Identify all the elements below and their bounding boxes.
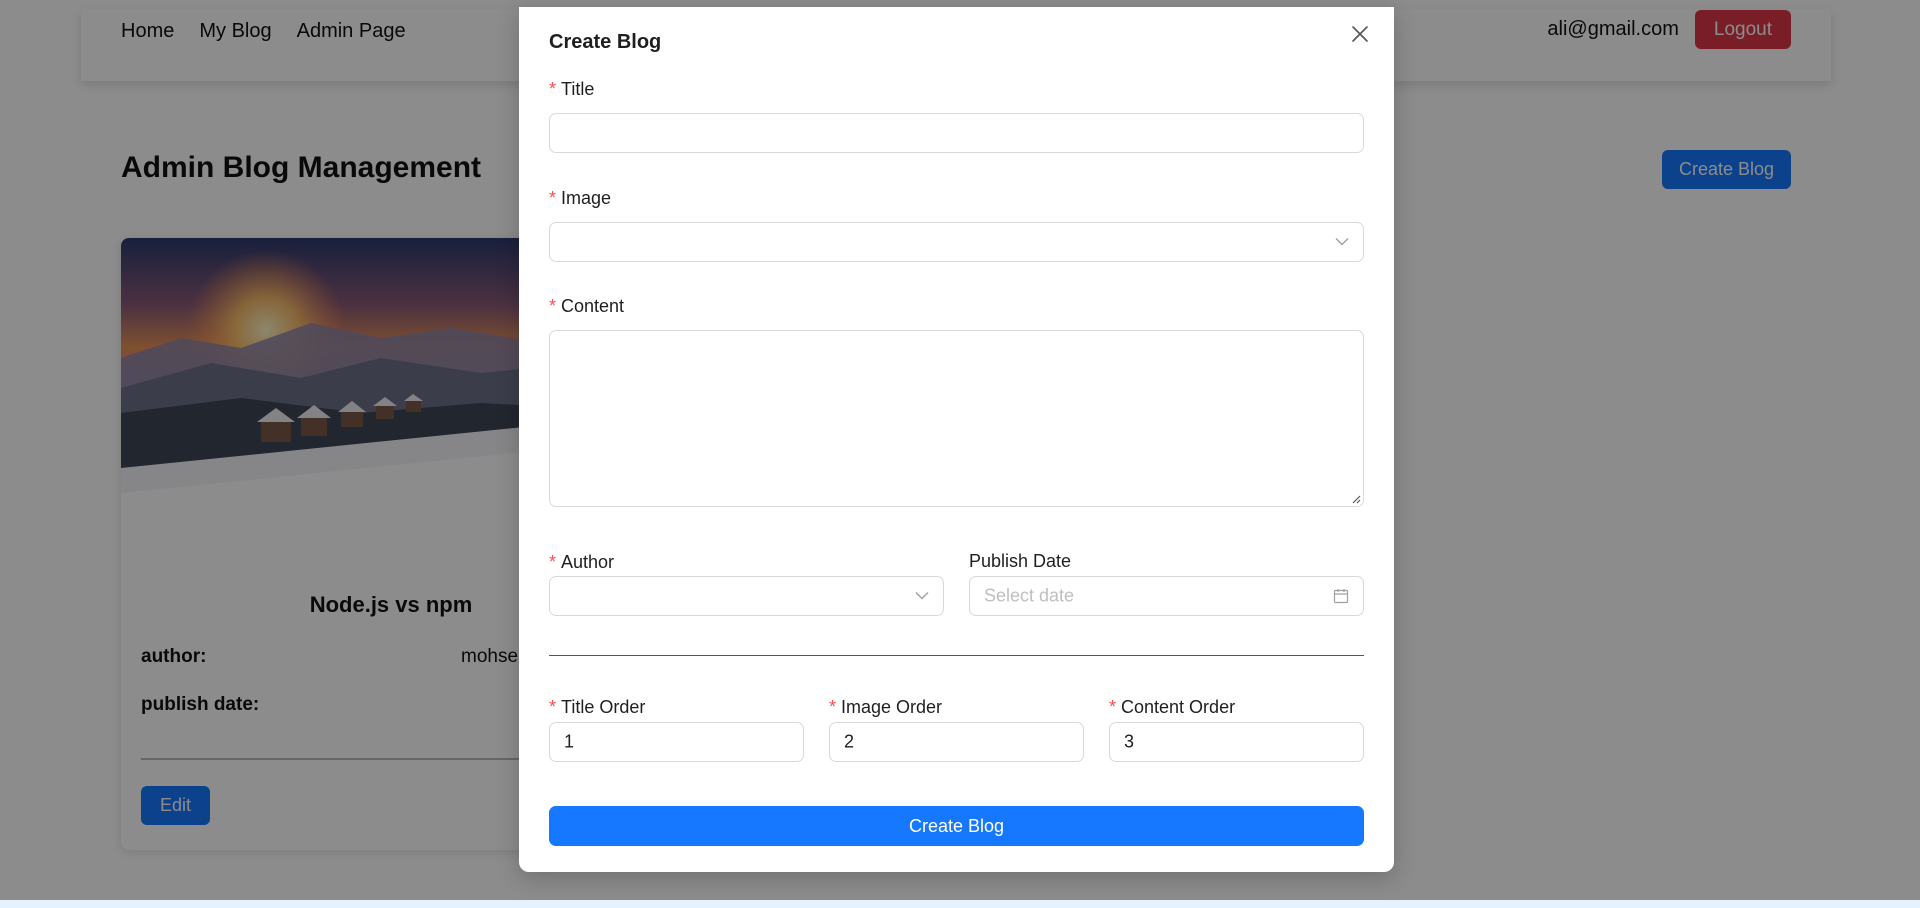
publish-date-field-label: Publish Date [969,551,1072,571]
publish-date-picker[interactable]: Select date [969,576,1364,616]
close-icon[interactable] [1345,19,1375,49]
author-field-label: * Author [549,552,615,572]
required-mark: * [829,697,837,717]
content-order-field-label: * Content Order [1109,697,1236,717]
required-mark: * [549,697,557,717]
content-order-input[interactable]: 3 [1109,722,1364,762]
author-select[interactable] [549,576,944,616]
required-mark: * [549,79,557,99]
title-field-label: * Title [549,79,595,99]
title-input[interactable] [549,113,1364,153]
title-order-field-label: * Title Order [549,697,646,717]
resize-grip-icon[interactable] [1351,494,1361,504]
image-field-label: * Image [549,188,612,208]
chevron-down-icon [1335,238,1349,246]
title-order-input[interactable]: 1 [549,722,804,762]
modal-divider [549,655,1364,656]
image-order-input[interactable]: 2 [829,722,1084,762]
chevron-down-icon [915,592,929,600]
image-select[interactable] [549,222,1364,262]
create-blog-submit-button[interactable]: Create Blog [549,806,1364,846]
image-order-field-label: * Image Order [829,697,943,717]
required-mark: * [1109,697,1117,717]
required-mark: * [549,552,557,572]
bottom-strip [0,900,1920,908]
required-mark: * [549,188,557,208]
modal-title: Create Blog [549,31,662,53]
required-mark: * [549,296,557,316]
calendar-icon [1333,589,1349,604]
content-textarea[interactable] [549,330,1364,507]
content-field-label: * Content [549,296,625,316]
create-blog-modal: Create Blog * Title * Image * Content * Auth… [519,7,1394,872]
